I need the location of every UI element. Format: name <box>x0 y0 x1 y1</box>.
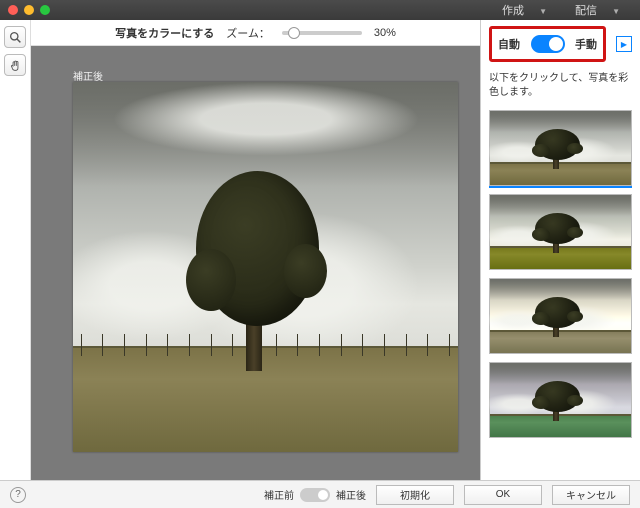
titlebar: 作成 ▼ 配信 ▼ <box>0 0 640 20</box>
preview-image[interactable] <box>73 82 458 452</box>
mode-toggle-box: 自動 手動 <box>489 26 606 62</box>
thumbnail-list <box>489 110 632 438</box>
hand-tool-button[interactable] <box>4 54 26 76</box>
before-after-switch[interactable] <box>300 488 330 502</box>
window-controls <box>8 5 50 15</box>
menu-distribute[interactable]: 配信 ▼ <box>563 0 632 20</box>
thumbnail-2[interactable] <box>489 194 632 270</box>
tool-column <box>0 20 30 480</box>
minimize-icon[interactable] <box>24 5 34 15</box>
menubar: 作成 ▼ 配信 ▼ <box>490 0 632 20</box>
maximize-icon[interactable] <box>40 5 50 15</box>
play-icon: ▶ <box>621 40 627 49</box>
after-label: 補正後 <box>73 68 103 83</box>
center-column: 写真をカラーにする ズーム： 30% 補正後 <box>30 20 480 480</box>
reset-button[interactable]: 初期化 <box>376 485 454 505</box>
close-icon[interactable] <box>8 5 18 15</box>
before-label: 補正前 <box>264 487 294 502</box>
after-label-footer: 補正後 <box>336 487 366 502</box>
zoom-value: 30% <box>374 27 396 39</box>
zoom-slider-knob[interactable] <box>288 27 300 39</box>
before-after-toggle: 補正前 補正後 <box>264 487 366 502</box>
thumbnail-1[interactable] <box>489 110 632 186</box>
hand-icon <box>9 59 22 72</box>
instruction-text: 以下をクリックして、写真を彩色します。 <box>489 72 632 100</box>
workspace: 写真をカラーにする ズーム： 30% 補正後 <box>0 20 640 480</box>
help-button[interactable]: ? <box>10 487 26 503</box>
zoom-tool-button[interactable] <box>4 26 26 48</box>
help-icon: ? <box>15 489 21 500</box>
thumbnail-4[interactable] <box>489 362 632 438</box>
mode-manual-label: 手動 <box>575 36 597 52</box>
menu-create[interactable]: 作成 ▼ <box>490 0 559 20</box>
mode-switch[interactable] <box>531 35 565 53</box>
tree-scene <box>73 82 458 452</box>
side-panel: 自動 手動 ▶ 以下をクリックして、写真を彩色します。 <box>480 20 640 480</box>
footer-bar: ? 補正前 補正後 初期化 OK キャンセル <box>0 480 640 508</box>
zoom-label: ズーム： <box>226 25 270 41</box>
cancel-button[interactable]: キャンセル <box>552 485 630 505</box>
zoom-slider[interactable] <box>282 31 362 35</box>
magnifier-icon <box>9 31 22 44</box>
mode-auto-label: 自動 <box>498 36 520 52</box>
ok-button[interactable]: OK <box>464 485 542 505</box>
play-button[interactable]: ▶ <box>616 36 632 52</box>
thumbnail-3[interactable] <box>489 278 632 354</box>
header-bar: 写真をカラーにする ズーム： 30% <box>31 20 480 46</box>
image-stage: 補正後 <box>31 46 480 480</box>
dialog-title: 写真をカラーにする <box>115 25 214 41</box>
